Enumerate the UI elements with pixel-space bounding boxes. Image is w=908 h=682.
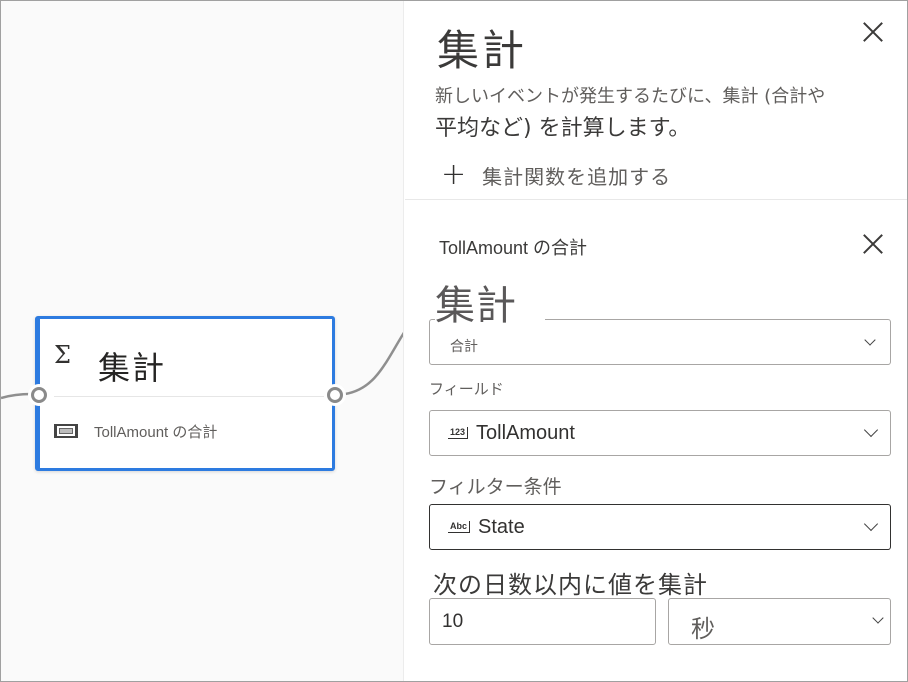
node-item[interactable]: TollAmount の合計 xyxy=(54,419,217,443)
node-title: 集計 xyxy=(98,349,167,387)
node-header: Σ 集計 xyxy=(40,319,332,397)
add-aggregate-function-button[interactable]: + 集計関数を追加する xyxy=(441,157,672,192)
plus-icon: + xyxy=(441,157,467,192)
remove-aggregation-icon[interactable] xyxy=(862,233,884,255)
chevron-down-icon xyxy=(872,612,884,624)
outgoing-edge xyxy=(344,331,403,396)
filter-label: フィルター条件 xyxy=(429,476,562,498)
incoming-edge xyxy=(1,392,32,400)
properties-panel: 集計 新しいイベントが発生するたびに、集計 (合計や 平均など) を計算します。… xyxy=(405,1,907,681)
field-bracket-icon xyxy=(54,424,78,438)
aggregate-value: 合計 xyxy=(450,339,478,355)
filter-dropdown[interactable]: Abc State xyxy=(429,504,891,550)
output-port[interactable] xyxy=(327,387,343,403)
filter-value: State xyxy=(478,515,525,538)
panel-divider xyxy=(405,199,907,200)
flow-canvas[interactable]: Σ 集計 TollAmount の合計 xyxy=(1,1,404,681)
chevron-down-icon xyxy=(863,422,879,438)
window-label: 次の日数以内に値を集計 xyxy=(433,571,708,599)
field-label: フィールド xyxy=(429,380,504,398)
description-line-1: 新しいイベントが発生するたびに、集計 (合計や xyxy=(435,86,826,107)
number-type-icon: 123 xyxy=(448,427,469,439)
field-value: TollAmount xyxy=(476,421,575,444)
panel-description: 新しいイベントが発生するたびに、集計 (合計や 平均など) を計算します。 xyxy=(435,81,875,145)
window-unit-value: 秒 xyxy=(691,615,715,643)
aggregate-node[interactable]: Σ 集計 TollAmount の合計 xyxy=(35,316,335,471)
chevron-down-icon xyxy=(864,334,876,346)
close-panel-icon[interactable] xyxy=(862,21,884,43)
window-unit-dropdown[interactable]: 秒 xyxy=(668,598,891,645)
node-divider xyxy=(54,396,324,397)
aggregate-label: 集計 xyxy=(435,284,545,328)
sigma-icon: Σ xyxy=(54,341,71,369)
node-item-label: TollAmount の合計 xyxy=(94,423,218,441)
field-dropdown[interactable]: 123 TollAmount xyxy=(429,410,891,456)
panel-title: 集計 xyxy=(437,26,528,75)
text-type-icon: Abc xyxy=(448,521,471,533)
chevron-down-icon xyxy=(863,516,879,532)
aggregation-title: TollAmount の合計 xyxy=(439,238,588,258)
description-line-2: 平均など) を計算します。 xyxy=(435,116,691,141)
input-port[interactable] xyxy=(31,387,47,403)
window-duration-input[interactable] xyxy=(429,598,656,645)
add-aggregate-function-label: 集計関数を追加する xyxy=(482,164,672,189)
